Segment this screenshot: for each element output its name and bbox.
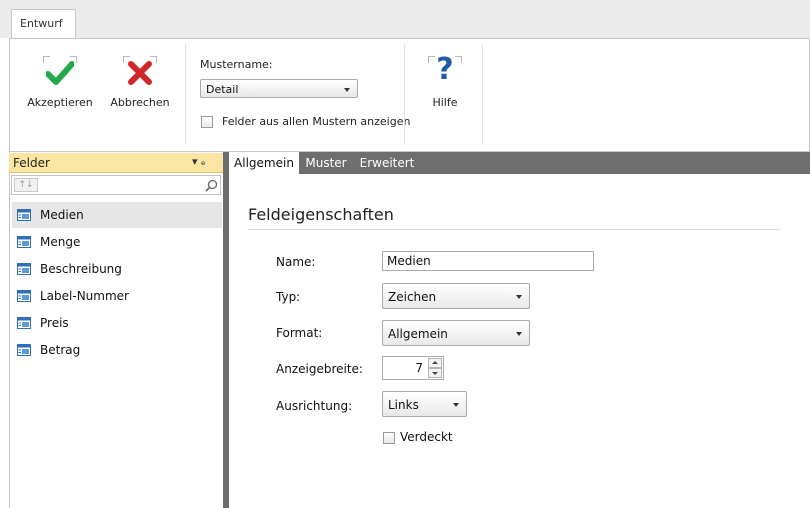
chevron-down-icon — [453, 403, 459, 407]
format-dropdown[interactable]: Allgemein — [382, 320, 530, 346]
type-label: Typ: — [276, 290, 301, 304]
cancel-button[interactable]: Abbrechen — [104, 54, 176, 114]
fields-panel-header: Felder ▾ ₑ — [9, 153, 223, 173]
search-icon[interactable] — [205, 179, 218, 192]
chevron-down-icon — [516, 332, 522, 336]
section-divider — [248, 229, 780, 230]
cancel-label: Abbrechen — [110, 96, 170, 109]
type-dropdown[interactable]: Zeichen — [382, 283, 530, 309]
list-item[interactable]: Betrag — [12, 337, 222, 363]
alignment-value: Links — [388, 398, 419, 412]
list-item[interactable]: Label-Nummer — [12, 283, 222, 309]
type-value: Zeichen — [388, 290, 437, 304]
field-icon — [17, 236, 31, 248]
display-width-stepper[interactable]: 7 — [382, 356, 444, 380]
stepper-down-button[interactable] — [428, 368, 442, 378]
ribbon-tab-strip — [0, 0, 810, 38]
format-label: Format: — [276, 326, 323, 340]
field-icon — [17, 344, 31, 356]
name-input[interactable]: Medien — [382, 251, 594, 271]
help-label: Hilfe — [432, 96, 458, 109]
all-patterns-checkbox[interactable] — [201, 116, 213, 128]
section-title: Feldeigenschaften — [248, 205, 394, 224]
display-width-label: Anzeigebreite: — [276, 362, 363, 376]
field-icon — [17, 209, 31, 221]
hidden-checkbox[interactable] — [383, 432, 395, 444]
list-item-label: Betrag — [40, 343, 81, 357]
tab-muster[interactable]: Muster — [301, 152, 351, 174]
list-item[interactable]: Menge — [12, 229, 222, 255]
accept-button[interactable]: Akzeptieren — [24, 54, 96, 114]
list-item-label: Menge — [40, 235, 81, 249]
list-item[interactable]: Medien — [12, 202, 222, 228]
ribbon-separator — [404, 44, 405, 144]
ribbon-separator — [185, 44, 186, 144]
fields-panel-title: Felder — [13, 156, 50, 170]
stepper-up-button[interactable] — [428, 358, 442, 368]
checkmark-icon — [46, 61, 74, 85]
field-icon — [17, 317, 31, 329]
fields-search-input[interactable] — [42, 178, 202, 192]
sort-icon[interactable]: ↑↓ — [14, 178, 38, 192]
list-item-label: Label-Nummer — [40, 289, 129, 303]
list-item-label: Beschreibung — [40, 262, 122, 276]
ribbon-tab-entwurf[interactable]: Entwurf — [11, 9, 76, 39]
alignment-label: Ausrichtung: — [276, 399, 353, 413]
field-icon — [17, 263, 31, 275]
chevron-down-icon — [344, 88, 350, 92]
list-item[interactable]: Preis — [12, 310, 222, 336]
tab-erweitert[interactable]: Erweitert — [353, 152, 421, 174]
pin-icon[interactable]: ▾ ₑ — [192, 155, 206, 168]
hidden-checkbox-label: Verdeckt — [400, 430, 453, 444]
close-icon — [128, 61, 152, 85]
format-value: Allgemein — [388, 327, 448, 341]
help-icon: ? — [436, 52, 454, 87]
chevron-up-icon — [432, 361, 438, 364]
chevron-down-icon — [516, 295, 522, 299]
display-width-value: 7 — [415, 361, 423, 375]
tab-allgemein[interactable]: Allgemein — [229, 152, 299, 174]
alignment-dropdown[interactable]: Links — [382, 391, 467, 417]
chevron-down-icon — [432, 372, 438, 375]
ribbon-separator — [482, 44, 483, 144]
all-patterns-checkbox-label: Felder aus allen Mustern anzeigen — [222, 115, 411, 128]
pattern-name-dropdown[interactable]: Detail — [200, 79, 358, 98]
fields-search-box: ↑↓ — [11, 175, 221, 195]
accept-label: Akzeptieren — [27, 96, 93, 109]
list-item[interactable]: Beschreibung — [12, 256, 222, 282]
pane-splitter[interactable] — [223, 152, 229, 508]
pattern-name-value: Detail — [206, 83, 239, 96]
pattern-name-label: Mustername: — [200, 58, 273, 71]
name-label: Name: — [276, 255, 316, 269]
help-button[interactable]: ? Hilfe — [418, 52, 472, 114]
list-item-label: Preis — [40, 316, 69, 330]
list-item-label: Medien — [40, 208, 84, 222]
field-icon — [17, 290, 31, 302]
